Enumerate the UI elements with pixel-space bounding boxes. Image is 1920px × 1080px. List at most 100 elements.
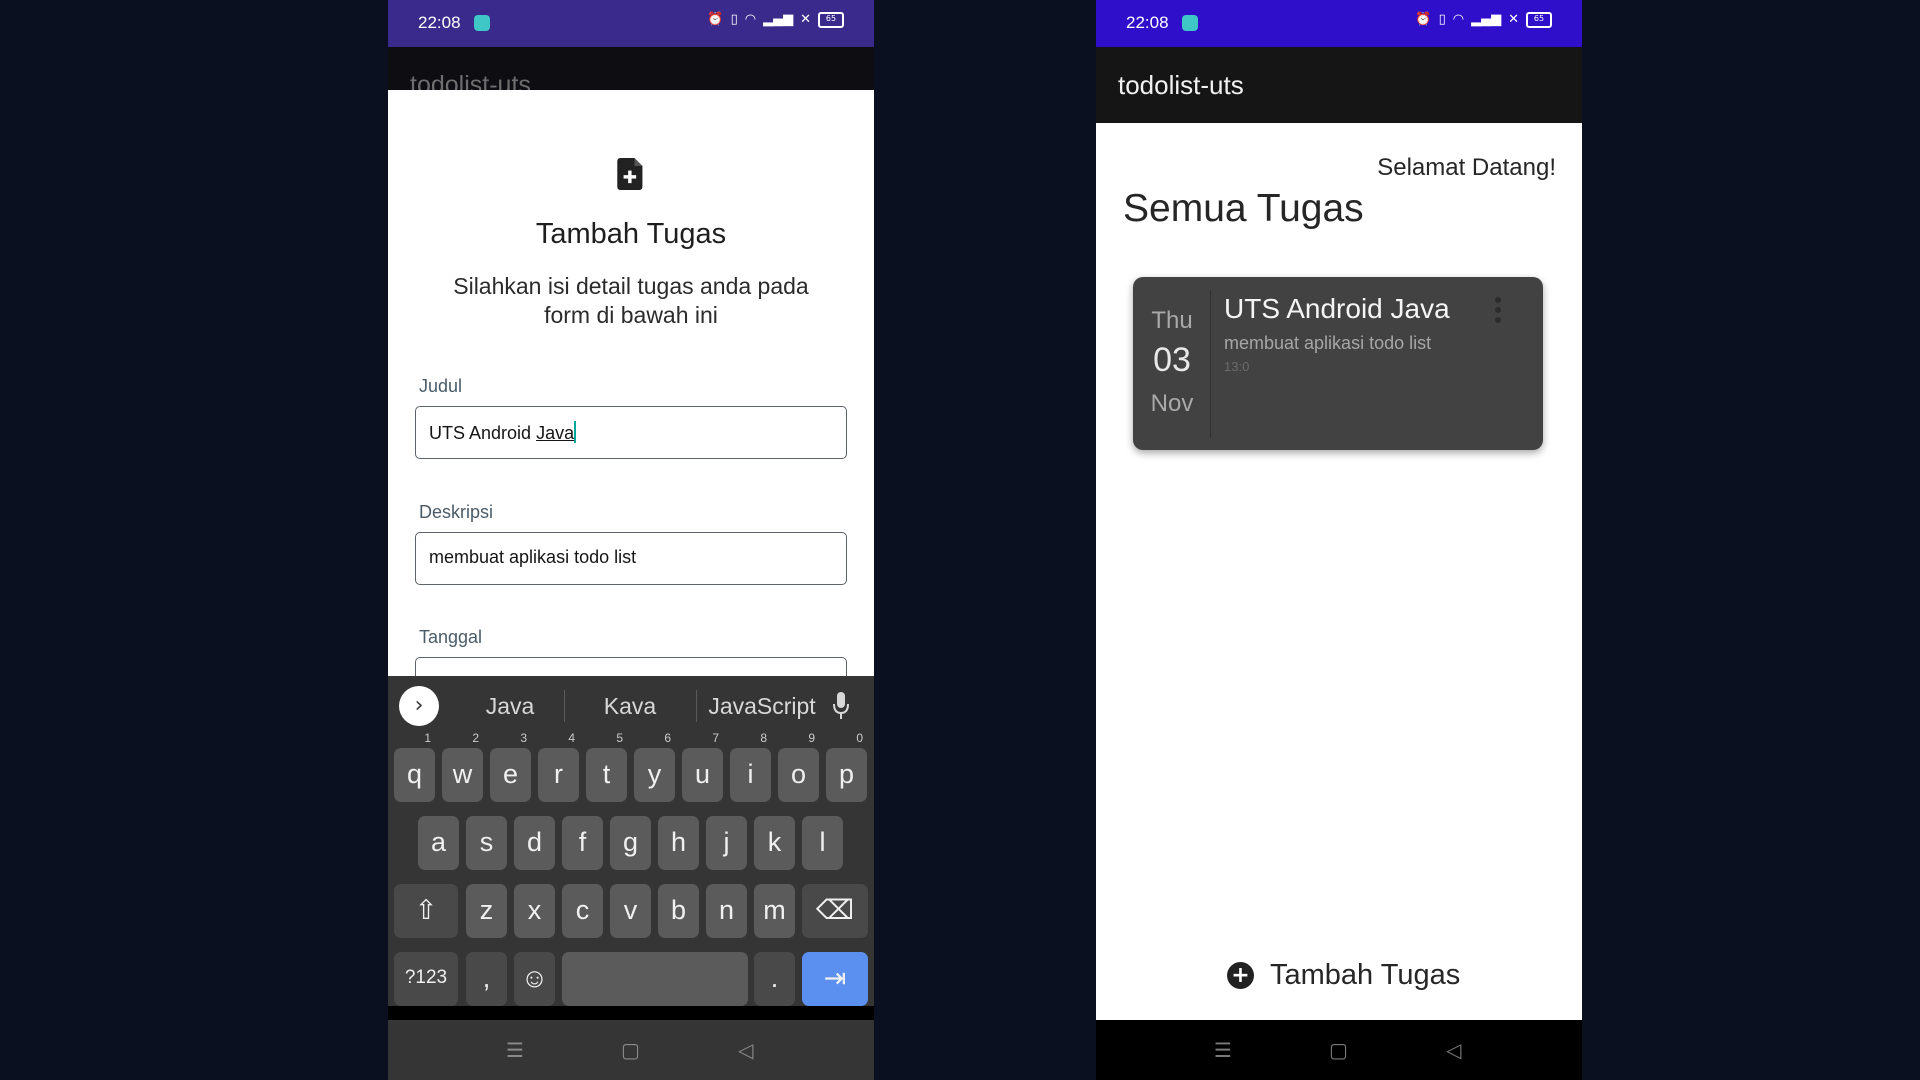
card-divider bbox=[1210, 290, 1211, 438]
status-bar: 22:08 ⏰ ▯ ◠ ▂▄▆ ✕ 65 bbox=[1096, 0, 1582, 47]
sheet-subtitle: Silahkan isi detail tugas anda pada form… bbox=[453, 273, 809, 328]
nav-bar: ☰ ▢ ◁ bbox=[1096, 1020, 1582, 1080]
text-cursor bbox=[574, 421, 577, 443]
space-key[interactable] bbox=[562, 952, 748, 1006]
suggestion-1[interactable]: Java bbox=[460, 693, 560, 720]
recents-icon[interactable]: ☰ bbox=[1214, 1038, 1232, 1062]
key-p[interactable]: p0 bbox=[826, 732, 867, 802]
home-icon[interactable]: ▢ bbox=[1329, 1038, 1348, 1062]
phone-right-screen: 22:08 ⏰ ▯ ◠ ▂▄▆ ✕ 65 todolist-uts Selama… bbox=[1096, 0, 1582, 1080]
backspace-key[interactable]: ⌫ bbox=[802, 884, 868, 938]
tanggal-label: Tanggal bbox=[419, 627, 483, 647]
key-letter: q bbox=[406, 759, 423, 789]
key-y[interactable]: y6 bbox=[634, 732, 675, 802]
phone-left-screen: 22:08 ⏰ ▯ ◠ ▂▄▆ ✕ 65 todolist-uts Tambah… bbox=[388, 0, 874, 1080]
notification-app-icon bbox=[474, 15, 490, 31]
key-m[interactable]: m bbox=[754, 884, 795, 938]
key-u[interactable]: u7 bbox=[682, 732, 723, 802]
add-circle-icon: + bbox=[1227, 961, 1254, 989]
app-bar-dimmed: todolist-uts bbox=[388, 47, 874, 99]
signal-off-icon: ✕ bbox=[800, 12, 811, 27]
key-d[interactable]: d bbox=[514, 816, 555, 870]
key-letter: p bbox=[838, 759, 855, 789]
period-key[interactable]: . bbox=[754, 952, 795, 1006]
task-day-of-week: Thu bbox=[1151, 307, 1193, 334]
emoji-key[interactable]: ☺ bbox=[514, 952, 555, 1006]
key-j[interactable]: j bbox=[706, 816, 747, 870]
app-bar: todolist-uts bbox=[1096, 47, 1582, 123]
home-icon[interactable]: ▢ bbox=[621, 1038, 640, 1062]
welcome-text: Selamat Datang! bbox=[1377, 154, 1556, 181]
more-options-icon[interactable] bbox=[1493, 297, 1503, 327]
key-x[interactable]: x bbox=[514, 884, 555, 938]
nav-bar: ☰ ▢ ◁ bbox=[388, 1020, 874, 1080]
add-task-label: Tambah Tugas bbox=[1270, 958, 1461, 991]
key-hint-8: 8 bbox=[760, 731, 767, 745]
key-a[interactable]: a bbox=[418, 816, 459, 870]
sheet-title: Tambah Tugas bbox=[535, 218, 727, 250]
key-letter: w bbox=[452, 759, 473, 789]
section-title: Semua Tugas bbox=[1123, 187, 1364, 230]
recents-icon[interactable]: ☰ bbox=[506, 1038, 524, 1062]
key-hint-5: 5 bbox=[616, 731, 623, 745]
deskripsi-field[interactable]: membuat aplikasi todo list bbox=[415, 532, 847, 585]
soft-keyboard: › Java Kava JavaScript q1w2e3r4t5y6u7i8o… bbox=[388, 676, 874, 1006]
key-q[interactable]: q1 bbox=[394, 732, 435, 802]
key-f[interactable]: f bbox=[562, 816, 603, 870]
add-task-sheet: Tambah Tugas Silahkan isi detail tugas a… bbox=[388, 90, 874, 676]
key-i[interactable]: i8 bbox=[730, 732, 771, 802]
deskripsi-label: Deskripsi bbox=[419, 502, 494, 522]
key-v[interactable]: v bbox=[610, 884, 651, 938]
key-letter: e bbox=[502, 759, 519, 789]
key-z[interactable]: z bbox=[466, 884, 507, 938]
suggestion-2[interactable]: Kava bbox=[580, 693, 680, 720]
app-title: todolist-uts bbox=[1118, 70, 1244, 100]
judul-label: Judul bbox=[419, 376, 463, 396]
key-w[interactable]: w2 bbox=[442, 732, 483, 802]
key-k[interactable]: k bbox=[754, 816, 795, 870]
key-b[interactable]: b bbox=[658, 884, 699, 938]
key-c[interactable]: c bbox=[562, 884, 603, 938]
key-hint-0: 0 bbox=[856, 731, 863, 745]
key-letter: o bbox=[790, 759, 807, 789]
wifi-icon: ◠ bbox=[744, 12, 757, 27]
key-hint-1: 1 bbox=[424, 731, 431, 745]
key-o[interactable]: o9 bbox=[778, 732, 819, 802]
add-document-icon bbox=[617, 158, 643, 190]
wifi-icon: ◠ bbox=[1452, 12, 1465, 27]
suggestion-3[interactable]: JavaScript bbox=[700, 693, 824, 720]
task-time: 13:0 bbox=[1224, 359, 1250, 374]
key-s[interactable]: s bbox=[466, 816, 507, 870]
task-day: 03 bbox=[1153, 341, 1191, 379]
judul-field[interactable]: UTS Android Java bbox=[415, 406, 847, 459]
key-l[interactable]: l bbox=[802, 816, 843, 870]
task-card[interactable]: Thu 03 Nov UTS Android Java membuat apli… bbox=[1133, 277, 1543, 450]
microphone-icon[interactable] bbox=[832, 690, 850, 722]
next-field-key[interactable]: ⇥ bbox=[802, 952, 868, 1006]
key-r[interactable]: r4 bbox=[538, 732, 579, 802]
task-month: Nov bbox=[1150, 390, 1194, 417]
key-hint-3: 3 bbox=[520, 731, 527, 745]
tanggal-field[interactable] bbox=[415, 657, 847, 676]
key-g[interactable]: g bbox=[610, 816, 651, 870]
battery-icon: 65 bbox=[1526, 12, 1552, 28]
key-n[interactable]: n bbox=[706, 884, 747, 938]
key-letter: y bbox=[647, 759, 662, 789]
key-letter: u bbox=[694, 759, 711, 789]
key-t[interactable]: t5 bbox=[586, 732, 627, 802]
key-e[interactable]: e3 bbox=[490, 732, 531, 802]
task-description: membuat aplikasi todo list bbox=[1224, 333, 1432, 353]
battery-icon: 65 bbox=[818, 12, 844, 28]
key-hint-7: 7 bbox=[712, 731, 719, 745]
add-task-button[interactable]: + Tambah Tugas bbox=[1227, 955, 1460, 995]
shift-key[interactable]: ⇧ bbox=[394, 884, 458, 938]
key-hint-9: 9 bbox=[808, 731, 815, 745]
back-icon[interactable]: ◁ bbox=[738, 1038, 753, 1062]
expand-toolbar-button[interactable]: › bbox=[399, 686, 439, 726]
symbols-key[interactable]: ?123 bbox=[394, 952, 458, 1006]
signal-icon: ▂▄▆ bbox=[1471, 12, 1502, 27]
key-letter: r bbox=[554, 759, 563, 789]
comma-key[interactable]: , bbox=[466, 952, 507, 1006]
key-h[interactable]: h bbox=[658, 816, 699, 870]
back-icon[interactable]: ◁ bbox=[1446, 1038, 1461, 1062]
